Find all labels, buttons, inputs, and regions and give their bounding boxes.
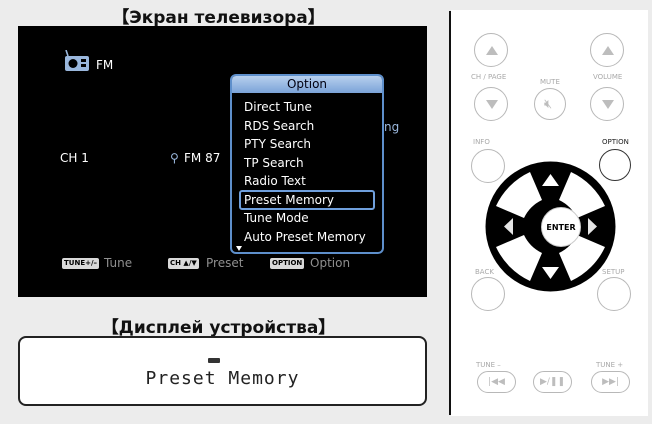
band-label: FM — [96, 58, 114, 72]
skip-forward-icon: ▶▶| — [602, 377, 619, 387]
option-item-auto-preset-memory[interactable]: Auto Preset Memory — [240, 228, 374, 247]
rds-icon: ⚲ — [170, 151, 179, 165]
tune-minus-button[interactable]: |◀◀ — [477, 371, 516, 393]
hint-bar: TUNE+/– Tune CH ▲/▼ Preset OPTION Option — [18, 256, 427, 272]
device-display: Preset Memory — [18, 336, 427, 406]
enter-button[interactable]: ENTER — [541, 207, 581, 247]
option-item-tp-search[interactable]: TP Search — [240, 154, 374, 173]
option-menu: Option Direct Tune RDS Search PTY Search… — [230, 74, 384, 254]
option-item-radio-text[interactable]: Radio Text — [240, 172, 374, 191]
tune-plus-label: TUNE + — [596, 361, 624, 369]
mute-button[interactable]: 🔇︎ — [534, 88, 566, 120]
tune-key-icon: TUNE+/– — [62, 258, 100, 269]
play-pause-icon: ▶/❚❚ — [539, 377, 566, 387]
tv-screen: FM CH 1 ⚲ FM 87 ng Option Direct Tune RD… — [18, 26, 427, 297]
volume-label: VOLUME — [593, 73, 623, 81]
frequency-label: FM 87 — [184, 151, 221, 165]
ch-page-label: CH / PAGE — [471, 73, 507, 81]
info-label: INFO — [473, 138, 490, 146]
tune-minus-label: TUNE – — [476, 361, 501, 369]
channel-label: CH 1 — [60, 151, 89, 165]
scroll-down-icon — [236, 246, 242, 251]
option-item-rds-search[interactable]: RDS Search — [240, 117, 374, 136]
option-menu-list: Direct Tune RDS Search PTY Search TP Sea… — [239, 98, 375, 247]
back-button[interactable] — [471, 277, 505, 311]
preset-hint: Preset — [206, 256, 244, 270]
volume-up-button[interactable] — [590, 33, 624, 67]
option-label: OPTION — [602, 138, 629, 146]
ch-page-up-button[interactable] — [474, 33, 508, 67]
skip-back-icon: |◀◀ — [488, 377, 505, 387]
mute-label: MUTE — [540, 78, 560, 86]
mute-icon: 🔇︎ — [544, 97, 553, 112]
setup-label: SETUP — [602, 268, 625, 276]
setup-button[interactable] — [597, 277, 631, 311]
tune-hint: Tune — [104, 256, 133, 270]
device-display-text: Preset Memory — [145, 368, 300, 389]
option-item-direct-tune[interactable]: Direct Tune — [240, 98, 374, 117]
option-key-icon: OPTION — [270, 258, 305, 269]
partial-text: ng — [384, 120, 400, 134]
arrow-up-icon — [486, 46, 498, 55]
ch-key-icon: CH ▲/▼ — [168, 258, 199, 269]
option-item-preset-memory[interactable]: Preset Memory — [239, 189, 375, 210]
ch-page-down-button[interactable] — [474, 87, 508, 121]
option-hint: Option — [310, 256, 351, 270]
tv-screen-heading: 【Экран телевизора】 — [112, 8, 325, 28]
option-item-tune-mode[interactable]: Tune Mode — [240, 209, 374, 228]
display-indicator-icon — [208, 358, 220, 363]
device-display-heading: 【Дисплей устройства】 — [101, 318, 336, 338]
arrow-down-icon — [602, 100, 614, 109]
option-item-pty-search[interactable]: PTY Search — [240, 135, 374, 154]
remote-control: CH / PAGE MUTE VOLUME 🔇︎ INFO OPTION ENT… — [451, 10, 648, 416]
volume-down-button[interactable] — [590, 87, 624, 121]
arrow-down-icon — [486, 100, 498, 109]
tune-plus-button[interactable]: ▶▶| — [591, 371, 630, 393]
play-pause-button[interactable]: ▶/❚❚ — [533, 371, 572, 393]
radio-icon — [65, 50, 89, 71]
arrow-up-icon — [602, 46, 614, 55]
option-menu-title: Option — [232, 76, 382, 93]
back-label: BACK — [475, 268, 494, 276]
